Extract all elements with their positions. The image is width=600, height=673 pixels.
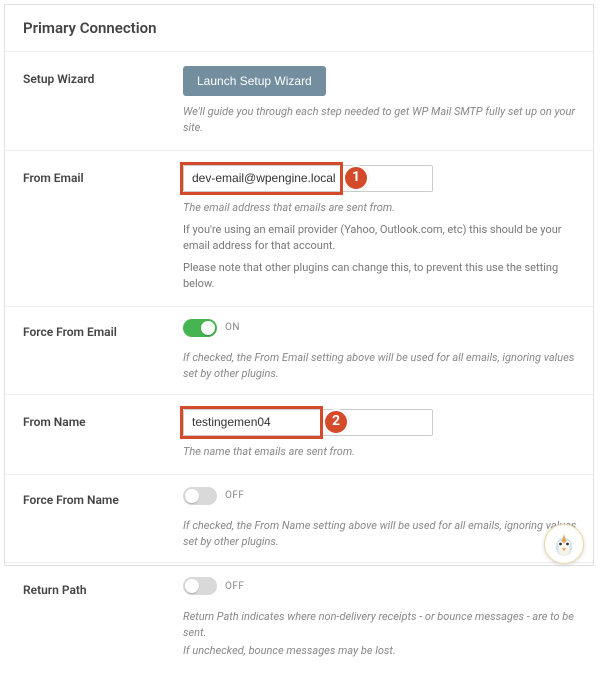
- row-setup-wizard: Setup Wizard Launch Setup Wizard We'll g…: [5, 51, 593, 150]
- setup-wizard-help: We'll guide you through each step needed…: [183, 104, 577, 136]
- mascot-avatar[interactable]: [544, 524, 584, 564]
- from-email-input[interactable]: [183, 165, 433, 192]
- row-return-path: Return Path OFF Return Path indicates wh…: [5, 562, 593, 672]
- return-path-toggle[interactable]: OFF: [183, 577, 244, 595]
- force-from-name-label: Force From Name: [23, 487, 183, 507]
- force-from-email-help: If checked, the From Email setting above…: [183, 350, 577, 382]
- toggle-knob: [185, 489, 199, 503]
- force-from-email-toggle[interactable]: ON: [183, 319, 240, 337]
- from-name-input[interactable]: [183, 409, 433, 436]
- from-email-help-2: If you're using an email provider (Yahoo…: [183, 222, 577, 254]
- from-email-label: From Email: [23, 165, 183, 185]
- launch-setup-wizard-button[interactable]: Launch Setup Wizard: [183, 66, 326, 96]
- from-email-help-1: The email address that emails are sent f…: [183, 200, 577, 216]
- return-path-help-2: If unchecked, bounce messages may be los…: [183, 643, 577, 659]
- toggle-track: [183, 577, 217, 595]
- force-from-name-toggle[interactable]: OFF: [183, 487, 244, 505]
- return-path-label: Return Path: [23, 577, 183, 597]
- toggle-knob: [185, 579, 199, 593]
- from-email-help-3: Please note that other plugins can chang…: [183, 260, 577, 292]
- from-name-help: The name that emails are sent from.: [183, 444, 577, 460]
- toggle-knob: [201, 321, 215, 335]
- force-from-name-state: OFF: [225, 488, 244, 503]
- return-path-state: OFF: [225, 579, 244, 594]
- settings-panel: Primary Connection Setup Wizard Launch S…: [4, 4, 594, 566]
- toggle-track: [183, 487, 217, 505]
- setup-wizard-label: Setup Wizard: [23, 66, 183, 86]
- force-from-name-help: If checked, the From Name setting above …: [183, 518, 577, 550]
- section-title: Primary Connection: [5, 5, 593, 51]
- row-from-email: From Email 1 The email address that emai…: [5, 150, 593, 306]
- force-from-email-state: ON: [225, 320, 240, 335]
- row-force-from-name: Force From Name OFF If checked, the From…: [5, 474, 593, 562]
- return-path-help-1: Return Path indicates where non-delivery…: [183, 609, 577, 641]
- toggle-track: [183, 319, 217, 337]
- row-force-from-email: Force From Email ON If checked, the From…: [5, 306, 593, 394]
- bird-icon: [550, 530, 578, 558]
- row-from-name: From Name 2 The name that emails are sen…: [5, 394, 593, 474]
- force-from-email-label: Force From Email: [23, 319, 183, 339]
- from-name-label: From Name: [23, 409, 183, 429]
